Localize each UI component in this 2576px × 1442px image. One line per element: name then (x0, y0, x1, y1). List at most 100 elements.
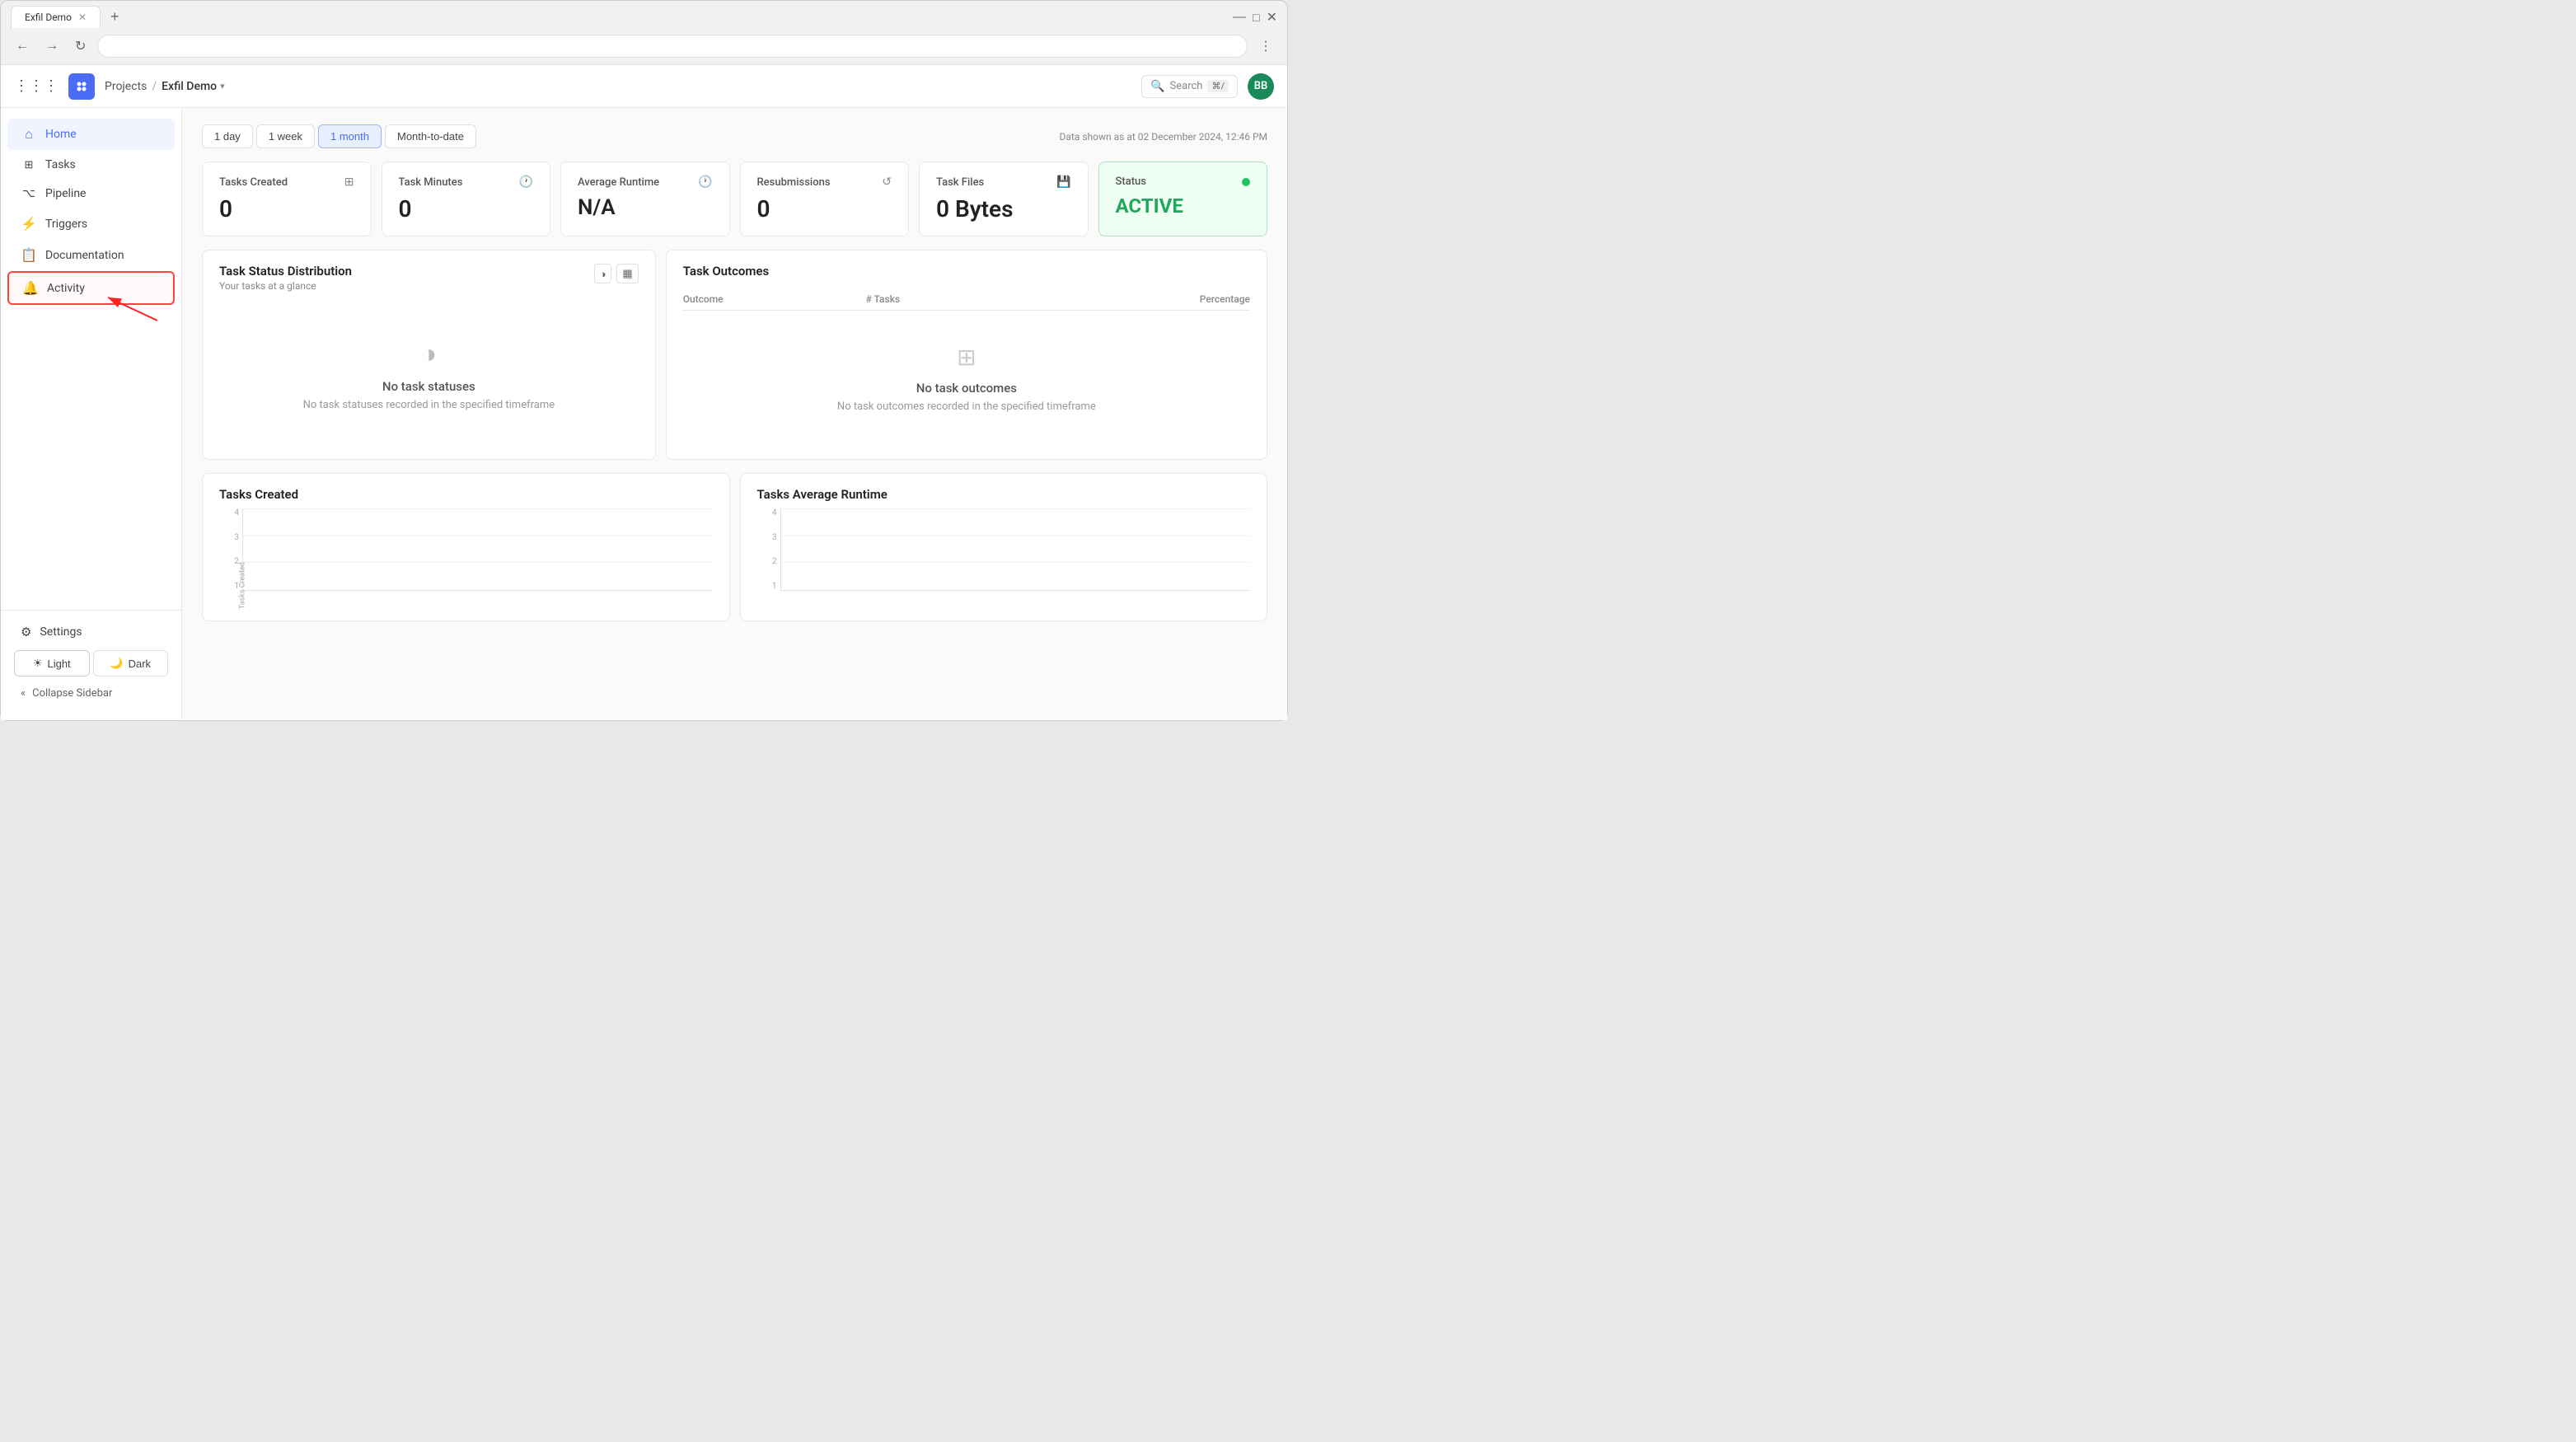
main-layout: ⌂ Home ⊞ Tasks ⌥ Pipeline ⚡ Triggers (1, 108, 1287, 720)
dark-theme-button[interactable]: 🌙 Dark (93, 650, 169, 677)
new-tab-button[interactable]: + (104, 7, 126, 27)
task-outcomes-empty-desc: No task outcomes recorded in the specifi… (837, 400, 1096, 413)
sidebar-nav: ⌂ Home ⊞ Tasks ⌥ Pipeline ⚡ Triggers (1, 115, 181, 610)
sidebar-bottom: ⚙ Settings ☀ Light 🌙 Dark (1, 610, 181, 714)
collapse-icon: « (21, 687, 26, 700)
activity-icon: 🔔 (22, 280, 39, 296)
home-icon: ⌂ (21, 126, 37, 143)
task-outcomes-card: Task Outcomes Outcome # Tasks Percentage (666, 250, 1267, 460)
light-theme-button[interactable]: ☀ Light (14, 650, 90, 677)
browser-toolbar: ← → ↻ ⋮ (1, 28, 1287, 65)
tasks-avg-runtime-chart-title: Tasks Average Runtime (757, 487, 1251, 502)
stat-avg-runtime-label: Average Runtime (578, 176, 659, 189)
grid-icon[interactable]: ⋮⋮⋮ (14, 77, 59, 95)
project-selector[interactable]: Exfil Demo ▾ (162, 80, 225, 93)
stat-avg-runtime-value: N/A (578, 195, 713, 220)
outcome-col-header: Outcome (683, 288, 866, 311)
light-label: Light (47, 658, 70, 670)
task-outcomes-empty-icon: ⊞ (957, 344, 976, 371)
sidebar-item-triggers[interactable]: ⚡ Triggers (7, 208, 175, 239)
bar-chart-icon-btn[interactable]: ▦ (616, 264, 638, 283)
task-status-empty-title: No task statuses (382, 379, 475, 394)
tasks-icon: ⊞ (21, 159, 37, 171)
pie-chart-icon-btn[interactable]: ◑ (594, 264, 612, 283)
task-status-empty-desc: No task statuses recorded in the specifi… (303, 399, 555, 411)
sidebar-item-settings[interactable]: ⚙ Settings (7, 617, 175, 647)
sidebar-item-documentation-label: Documentation (45, 249, 124, 262)
documentation-icon: 📋 (21, 247, 37, 263)
task-status-empty-state: ◑ No task statuses No task statuses reco… (219, 305, 639, 444)
tasks-col-header: # Tasks (866, 288, 1022, 311)
stat-status-label: Status (1116, 176, 1146, 188)
app-logo (68, 73, 95, 100)
search-box[interactable]: 🔍 Search ⌘/ (1141, 75, 1238, 98)
sidebar-item-documentation[interactable]: 📋 Documentation (7, 240, 175, 270)
app-shell: ⋮⋮⋮ Projects / Exfil Demo ▾ 🔍 (1, 65, 1287, 720)
tab-close-icon[interactable]: ✕ (78, 12, 87, 23)
sidebar: ⌂ Home ⊞ Tasks ⌥ Pipeline ⚡ Triggers (1, 108, 182, 720)
task-files-icon: 💾 (1056, 176, 1070, 189)
task-status-dist-title: Task Status Distribution (219, 264, 352, 279)
pipeline-icon: ⌥ (21, 187, 37, 200)
stat-task-minutes-label: Task Minutes (399, 176, 463, 189)
filter-1month[interactable]: 1 month (318, 124, 382, 148)
y-tick-4: 4 (234, 508, 239, 517)
browser-window: Exfil Demo ✕ + — □ ✕ ← → ↻ ⋮ ⋮⋮⋮ (0, 0, 1288, 721)
stat-task-minutes: Task Minutes 🕐 0 (382, 162, 551, 236)
breadcrumb-separator: / (152, 80, 157, 93)
sun-icon: ☀ (33, 657, 43, 670)
chevron-down-icon: ▾ (220, 81, 225, 91)
stat-status: Status ACTIVE (1098, 162, 1268, 236)
sidebar-item-home[interactable]: ⌂ Home (7, 119, 175, 150)
tasks-created-icon: ⊞ (344, 176, 354, 189)
collapse-label: Collapse Sidebar (32, 687, 112, 700)
stat-task-minutes-value: 0 (399, 195, 534, 222)
outcomes-table: Outcome # Tasks Percentage (683, 288, 1250, 311)
forward-button[interactable]: → (40, 37, 63, 55)
menu-button[interactable]: ⋮ (1254, 36, 1277, 56)
moon-icon: 🌙 (110, 657, 123, 670)
avg-y-tick-1: 1 (772, 582, 777, 591)
triggers-icon: ⚡ (21, 216, 37, 232)
avatar: BB (1248, 73, 1274, 100)
search-icon: 🔍 (1150, 80, 1164, 93)
avg-y-tick-4: 4 (772, 508, 777, 517)
main-content: 1 day 1 week 1 month Month-to-date Data … (182, 108, 1287, 720)
sidebar-item-pipeline[interactable]: ⌥ Pipeline (7, 180, 175, 208)
filter-1week[interactable]: 1 week (256, 124, 315, 148)
project-name: Exfil Demo (162, 80, 217, 93)
address-bar[interactable] (97, 35, 1248, 58)
sidebar-item-tasks[interactable]: ⊞ Tasks (7, 151, 175, 179)
minimize-button[interactable]: — (1233, 10, 1246, 25)
app-header: ⋮⋮⋮ Projects / Exfil Demo ▾ 🔍 (1, 65, 1287, 108)
stat-resubmissions: Resubmissions ↺ 0 (740, 162, 910, 236)
stat-task-files-label: Task Files (936, 176, 984, 189)
sidebar-item-tasks-label: Tasks (45, 158, 76, 171)
maximize-button[interactable]: □ (1253, 11, 1259, 24)
dark-label: Dark (129, 658, 151, 670)
sidebar-item-activity[interactable]: 🔔 Activity (7, 271, 175, 305)
stat-avg-runtime: Average Runtime 🕐 N/A (560, 162, 730, 236)
settings-icon: ⚙ (21, 625, 31, 639)
task-status-distribution-card: Task Status Distribution Your tasks at a… (202, 250, 656, 460)
stat-task-files-value: 0 Bytes (936, 195, 1071, 222)
filter-month-to-date[interactable]: Month-to-date (385, 124, 476, 148)
time-filter-buttons: 1 day 1 week 1 month Month-to-date (202, 124, 476, 148)
task-minutes-icon: 🕐 (519, 176, 533, 189)
sidebar-item-activity-label: Activity (47, 282, 85, 295)
search-shortcut: ⌘/ (1207, 80, 1229, 92)
browser-tab[interactable]: Exfil Demo ✕ (11, 6, 101, 28)
chart-icons: ◑ ▦ (594, 264, 639, 283)
reload-button[interactable]: ↻ (70, 36, 91, 56)
filter-1day[interactable]: 1 day (202, 124, 253, 148)
avg-y-tick-3: 3 (772, 533, 777, 542)
collapse-sidebar-button[interactable]: « Collapse Sidebar (7, 680, 175, 707)
projects-link[interactable]: Projects (105, 80, 147, 93)
sidebar-item-home-label: Home (45, 128, 77, 141)
tasks-created-y-label: Tasks Created (239, 562, 247, 609)
stat-status-value: ACTIVE (1116, 194, 1251, 218)
stat-tasks-created-label: Tasks Created (219, 176, 288, 189)
back-button[interactable]: ← (11, 37, 34, 55)
search-label: Search (1170, 80, 1203, 92)
close-button[interactable]: ✕ (1267, 9, 1277, 26)
